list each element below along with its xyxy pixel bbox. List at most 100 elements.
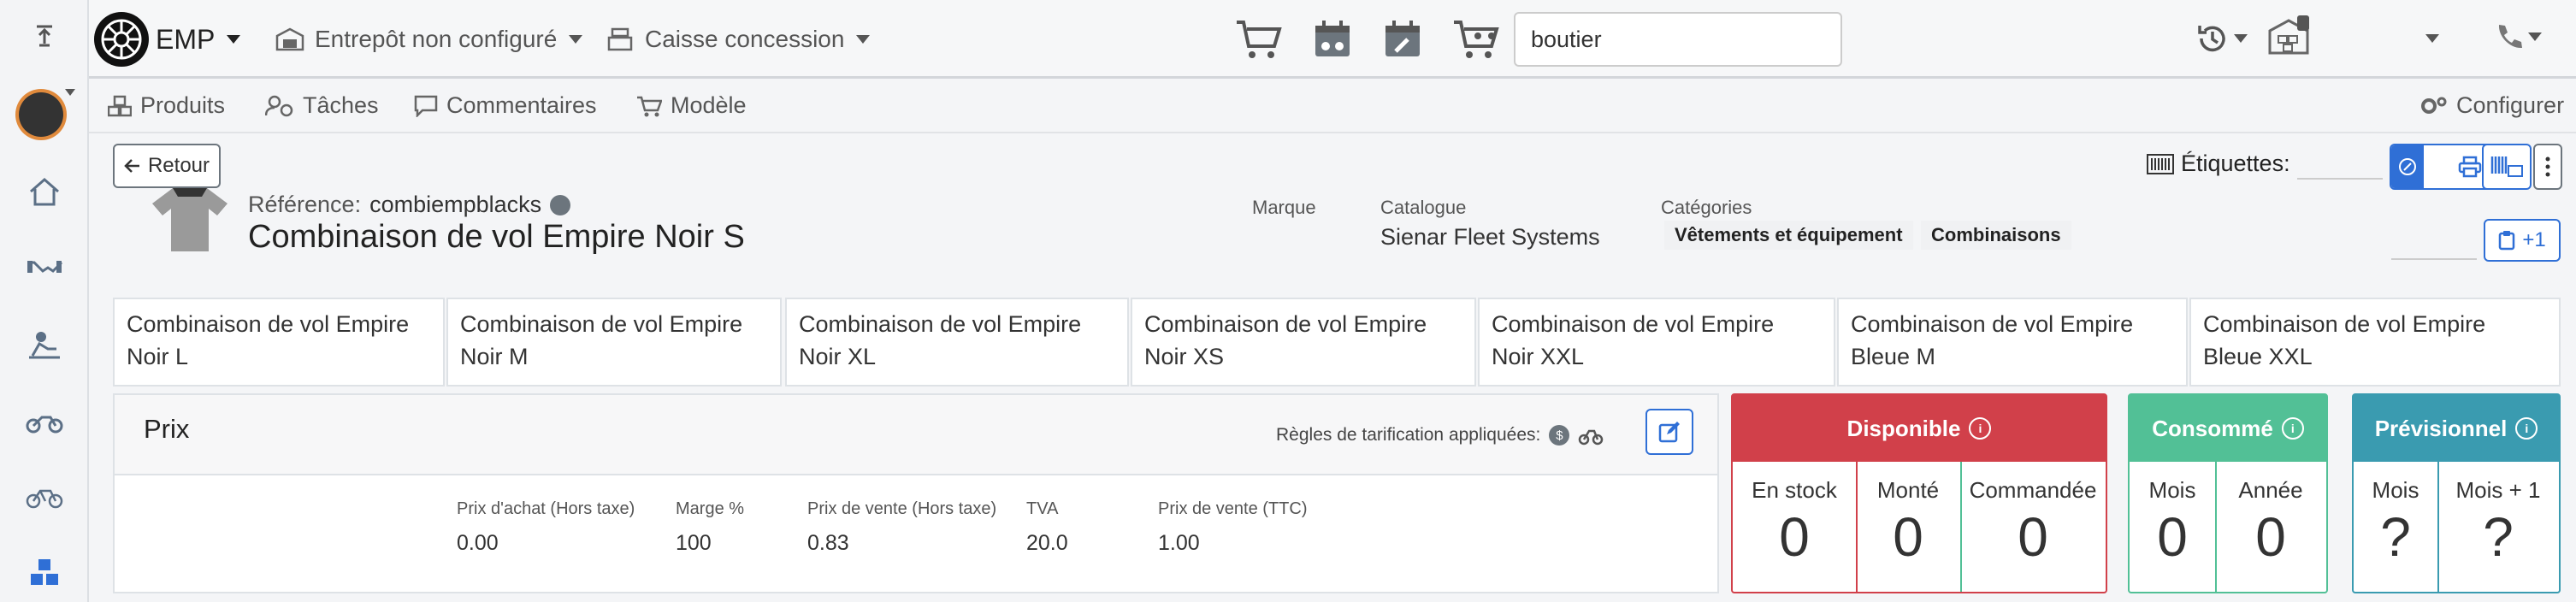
barcode-print-button[interactable] [2482, 144, 2532, 190]
person-workshop-icon[interactable] [21, 328, 68, 363]
consumed-title: Consommé [2152, 415, 2273, 441]
configure-button[interactable]: Configurer [2420, 92, 2564, 119]
consumed-stock-card: Consommé i Mois 0 Année 0 [2128, 393, 2328, 593]
forecast-title: Prévisionnel [2374, 415, 2508, 441]
history-menu[interactable] [2196, 22, 2248, 55]
clipboard-field[interactable] [2391, 258, 2477, 260]
info-icon[interactable]: i [2281, 417, 2304, 440]
price-col-label: TVA [1026, 499, 1059, 518]
chevron-down-icon[interactable] [2425, 34, 2439, 43]
consumed-card-header: Consommé i [2130, 395, 2326, 462]
variant-link[interactable]: Combinaison de vol Empire Noir L [113, 298, 445, 387]
product-title: Combinaison de vol Empire Noir S [248, 219, 745, 255]
tab-produits[interactable]: Produits [108, 92, 225, 119]
cubes-icon[interactable] [21, 556, 68, 590]
cash-register-icon [607, 27, 633, 51]
calendar-moto-icon[interactable] [1312, 19, 1353, 60]
edit-icon [1658, 422, 1680, 443]
brand-menu[interactable]: EMP [94, 12, 241, 67]
cart-moto-icon[interactable] [1452, 19, 1505, 60]
barcode-print-icon [2490, 156, 2523, 177]
phone-menu[interactable] [2494, 22, 2542, 51]
price-col-label: Prix de vente (Hors taxe) [807, 499, 997, 518]
sidebar [0, 0, 89, 602]
variant-link[interactable]: Combinaison de vol Empire Bleue XXL [2189, 298, 2561, 387]
category-badge: Combinaisons [1921, 221, 2071, 250]
variant-link[interactable]: Combinaison de vol Empire Noir M [446, 298, 782, 387]
motorcycle-price-icon [1579, 429, 1604, 446]
stat-value: 0 [2018, 506, 2048, 568]
chevron-down-icon [2528, 32, 2542, 41]
back-button[interactable]: Retour [113, 144, 221, 188]
price-col-label: Prix de vente (TTC) [1158, 499, 1308, 518]
variant-link[interactable]: Combinaison de vol Empire Noir XS [1131, 298, 1476, 387]
stat-column: Mois 0 [2130, 462, 2217, 592]
variant-link[interactable]: Combinaison de vol Empire Bleue M [1837, 298, 2188, 387]
bicycle-icon[interactable] [21, 481, 68, 515]
available-stock-card: Disponible i En stock 0 Monté 0 Commandé… [1731, 393, 2107, 593]
price-col-value: 0.83 [807, 531, 849, 555]
variant-link[interactable]: Combinaison de vol Empire Noir XL [785, 298, 1129, 387]
stat-label: Mois + 1 [2455, 477, 2541, 503]
avatar[interactable] [15, 89, 67, 140]
price-col-value: 1.00 [1158, 531, 1200, 555]
price-col: Marge % 100 [676, 499, 744, 556]
catalog-field-label: Catalogue [1380, 197, 1467, 218]
vertical-dots-icon [2545, 156, 2550, 177]
warehouse-grid-icon [2268, 15, 2309, 55]
labels-title: Étiquettes: [2181, 150, 2290, 176]
clipboard-button[interactable]: +1 [2484, 219, 2561, 262]
calendar-wrench-icon[interactable] [1382, 19, 1423, 60]
motorcycle-icon[interactable] [21, 405, 68, 440]
percent-badge-icon [2399, 158, 2416, 175]
empire-logo-icon [94, 12, 149, 67]
price-col: Prix de vente (TTC) 1.00 [1158, 499, 1307, 556]
info-icon[interactable]: i [1969, 417, 1992, 440]
tab-commentaires[interactable]: Commentaires [414, 92, 597, 119]
register-selector[interactable]: Caisse concession [607, 22, 871, 56]
home-icon[interactable] [21, 174, 68, 209]
info-icon[interactable]: i [2515, 417, 2538, 440]
price-col: Prix de vente (Hors taxe) 0.83 [807, 499, 996, 556]
warehouse-selector[interactable]: Entrepôt non configuré [275, 22, 583, 56]
stat-label: En stock [1752, 477, 1837, 503]
price-col-label: Marge % [676, 499, 745, 518]
tab-modele[interactable]: Modèle [636, 92, 747, 119]
forecast-stock-card: Prévisionnel i Mois ? Mois + 1 ? [2352, 393, 2561, 593]
search-input[interactable] [1515, 14, 1840, 65]
warehouse-notifications[interactable] [2268, 14, 2313, 56]
back-label: Retour [147, 154, 210, 177]
search-box [1514, 12, 1842, 67]
tab-taches[interactable]: Tâches [265, 92, 379, 119]
configure-label: Configurer [2456, 92, 2565, 118]
price-col: Prix d'achat (Hors taxe) 0.00 [457, 499, 635, 556]
available-card-header: Disponible i [1733, 395, 2106, 462]
pricing-rules-label: Règles de tarification appliquées: [1276, 425, 1541, 445]
reference-value: combiempblacks [369, 192, 542, 217]
more-options-button[interactable] [2533, 144, 2562, 190]
dollar-coin-icon: $ [1549, 425, 1570, 446]
stat-column: Mois + 1 ? [2437, 462, 2559, 592]
stat-value: ? [2483, 506, 2514, 568]
handshake-icon[interactable] [21, 251, 68, 286]
edit-price-button[interactable] [1645, 409, 1693, 455]
labels-quantity-field[interactable] [2297, 178, 2383, 180]
stat-column: Commandée 0 [1960, 462, 2106, 592]
stat-label: Année [2238, 477, 2303, 503]
pricing-rules: Règles de tarification appliquées: $ [1276, 424, 1604, 446]
tab-bar: Produits Tâches Commentaires Modèle Conf… [89, 80, 2576, 133]
labels-toggle-button[interactable] [2391, 145, 2424, 188]
avatar-chevron-down-icon[interactable] [65, 89, 75, 96]
variant-link[interactable]: Combinaison de vol Empire Noir XXL [1478, 298, 1835, 387]
cart-icon[interactable] [1235, 19, 1283, 60]
clipboard-icon [2499, 231, 2515, 251]
price-col-value: 20.0 [1026, 531, 1068, 555]
phone-icon [2498, 25, 2522, 49]
categories-field-label: Catégories [1661, 197, 1752, 218]
collapse-sidebar-icon[interactable] [21, 19, 68, 53]
cart-icon [637, 96, 662, 116]
tab-label: Commentaires [446, 92, 597, 118]
brand-label: EMP [156, 23, 216, 55]
user-cog-icon [265, 95, 293, 116]
warehouse-label: Entrepôt non configuré [315, 26, 558, 52]
